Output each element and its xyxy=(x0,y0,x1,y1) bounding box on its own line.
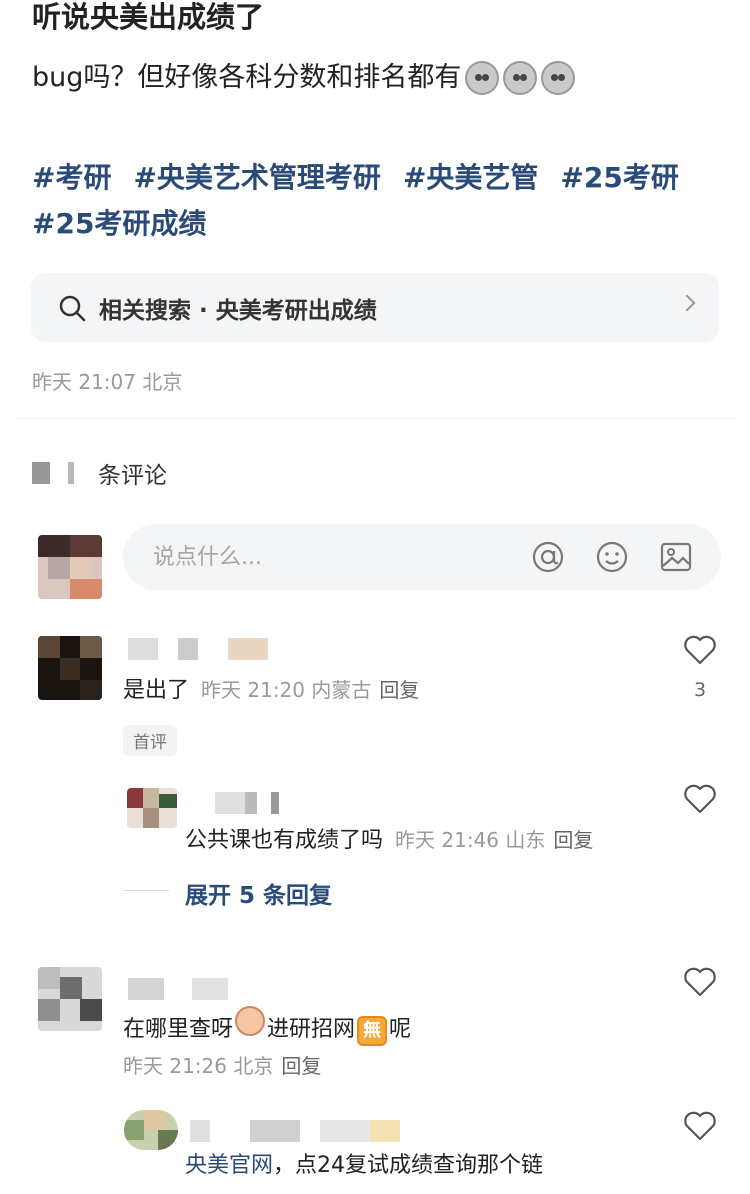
comment-time: 昨天 21:20 内蒙古 xyxy=(201,678,372,702)
commenter-username-obscured[interactable] xyxy=(128,638,268,660)
comment-time: 昨天 21:26 北京 xyxy=(123,1054,274,1078)
search-icon xyxy=(59,295,86,321)
emoji-icon[interactable] xyxy=(595,540,629,574)
divider xyxy=(15,418,735,419)
dizzy-face-emoji-icon xyxy=(503,61,538,95)
commenter-username-obscured[interactable] xyxy=(128,978,228,1000)
commenter-avatar[interactable] xyxy=(38,967,102,1031)
reply-avatar[interactable] xyxy=(124,1110,178,1150)
wu-emoji-icon: 無 xyxy=(357,1016,388,1046)
related-search-bar[interactable]: 相关搜索 · 央美考研出成绩 xyxy=(31,273,719,342)
post-title: 听说央美出成绩了 xyxy=(32,0,265,34)
reply-button[interactable]: 回复 xyxy=(553,824,593,856)
comment-meta: 昨天 21:26 北京 回复 xyxy=(123,1050,321,1082)
comment-text-part: 呢 xyxy=(389,1017,412,1042)
obscured-count xyxy=(32,462,94,484)
comment-count-label: 条评论 xyxy=(98,463,167,489)
reply-username-obscured[interactable] xyxy=(215,792,285,814)
post-body: bug吗？但好像各科分数和排名都有 xyxy=(32,58,576,98)
reply-button[interactable]: 回复 xyxy=(281,1050,321,1082)
comment-text-part: 进研招网 xyxy=(267,1017,356,1042)
reply-text: 公共课也有成绩了吗 xyxy=(185,828,384,853)
heart-icon[interactable] xyxy=(683,1110,717,1142)
post-body-text: bug吗？但好像各科分数和排名都有 xyxy=(32,62,462,93)
reply-body: 公共课也有成绩了吗 昨天 21:46 山东 回复 xyxy=(185,824,593,857)
reply-button[interactable]: 回复 xyxy=(379,674,419,706)
tag-kaoyan[interactable]: #考研 xyxy=(32,155,111,201)
reply-time: 昨天 21:46 山东 xyxy=(395,828,546,852)
expand-divider xyxy=(123,890,169,891)
official-site-link[interactable]: 央美官网 xyxy=(185,1150,273,1182)
tag-yangmei-yiguan[interactable]: #央美艺管 xyxy=(403,155,538,201)
tag-yangmei-art-management[interactable]: #央美艺术管理考研 xyxy=(133,155,380,201)
chevron-right-icon xyxy=(678,294,696,312)
heart-icon[interactable] xyxy=(683,966,717,998)
reply-avatar[interactable] xyxy=(127,788,177,828)
comment-body: 是出了 昨天 21:20 内蒙古 回复 xyxy=(123,674,419,707)
comment-count: 条评论 xyxy=(32,456,167,490)
dizzy-face-emoji-icon xyxy=(541,61,576,95)
reply-text: ，点24复试成绩查询那个链 xyxy=(273,1153,544,1178)
at-icon[interactable] xyxy=(531,540,565,574)
current-user-avatar[interactable] xyxy=(38,535,102,599)
reply-body: 央美官网 ，点24复试成绩查询那个链 xyxy=(185,1150,543,1182)
tag-25-kaoyan-score[interactable]: #25考研成绩 xyxy=(32,201,206,247)
tag-list: #考研 #央美艺术管理考研 #央美艺管 #25考研 #25考研成绩 xyxy=(32,155,722,247)
comment-text-part: 在哪里查呀 xyxy=(123,1017,234,1042)
dizzy-face-emoji-icon xyxy=(465,61,500,95)
heart-icon[interactable] xyxy=(683,783,717,815)
comment-text: 是出了 xyxy=(123,678,190,703)
comment-body: 在哪里查呀 进研招网 無 呢 xyxy=(123,1006,411,1046)
reply-username-obscured[interactable] xyxy=(190,1120,400,1142)
heart-icon[interactable] xyxy=(683,634,717,666)
crying-emoji-icon xyxy=(235,1006,266,1036)
image-icon[interactable] xyxy=(659,540,693,574)
tag-25-kaoyan[interactable]: #25考研 xyxy=(560,155,678,201)
like-count: 3 xyxy=(694,679,707,701)
comment-input-box[interactable] xyxy=(123,524,721,590)
related-search-label: 相关搜索 · 央美考研出成绩 xyxy=(99,297,377,324)
comment-input[interactable] xyxy=(153,544,483,570)
post-meta: 昨天 21:07 北京 xyxy=(32,370,183,394)
expand-replies-button[interactable]: 展开 5 条回复 xyxy=(185,876,332,910)
commenter-avatar[interactable] xyxy=(38,636,102,700)
first-comment-badge: 首评 xyxy=(123,725,177,756)
